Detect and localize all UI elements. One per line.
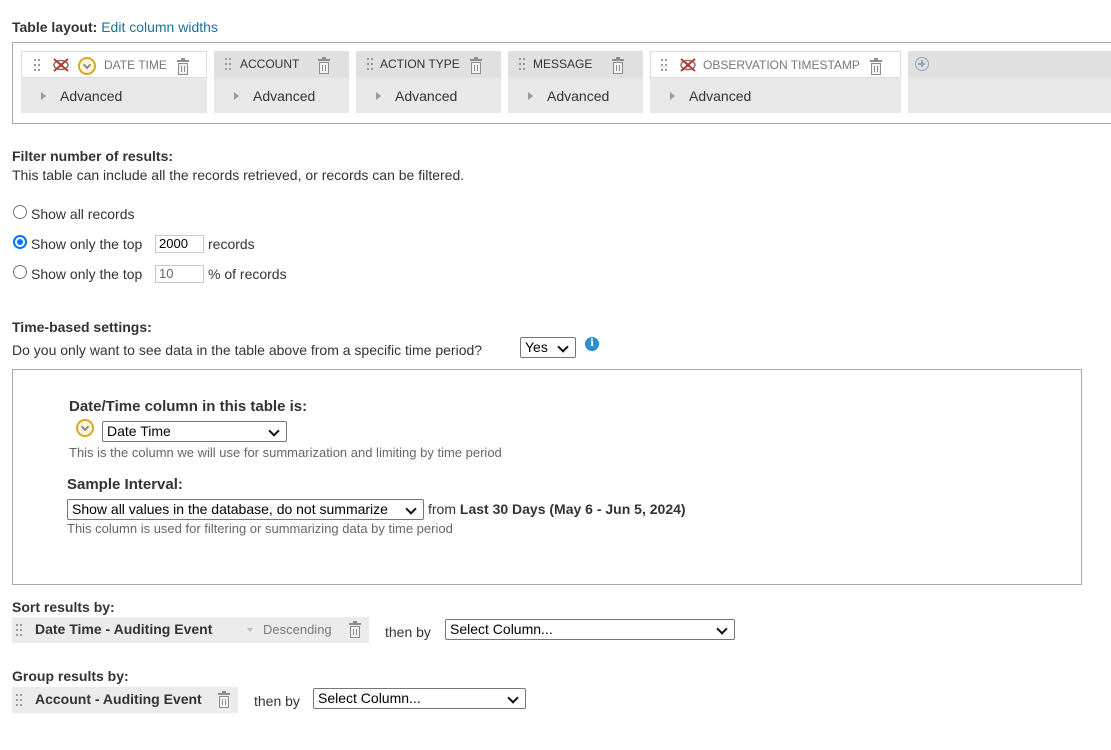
group-heading: Group results by:: [12, 668, 129, 684]
column-date-time[interactable]: DATE TIME Advanced: [21, 51, 207, 113]
expand-arrow-icon: [528, 92, 533, 101]
sample-interval-label: Sample Interval:: [67, 476, 183, 493]
radio-show-top-percent-label: Show only the top: [31, 266, 143, 282]
add-column-area: [908, 51, 1111, 113]
advanced-toggle[interactable]: Advanced: [41, 88, 122, 104]
drag-handle-icon[interactable]: [661, 59, 669, 72]
drag-handle-icon[interactable]: [519, 58, 527, 71]
chevron-down-icon: [507, 692, 519, 704]
time-range-text: from Last 30 Days (May 6 - Jun 5, 2024): [428, 501, 686, 517]
sort-direction[interactable]: Descending: [263, 622, 332, 637]
expand-arrow-icon: [234, 92, 239, 101]
column-header: ACCOUNT: [214, 51, 349, 78]
add-column-header: [908, 51, 1111, 78]
group-chip[interactable]: Account - Auditing Event: [12, 687, 238, 713]
time-settings-panel: Date/Time column in this table is: Date …: [12, 369, 1082, 585]
drag-handle-icon[interactable]: [367, 58, 375, 71]
column-action-type[interactable]: ACTION TYPE Advanced: [356, 51, 501, 113]
edit-column-widths-link[interactable]: Edit column widths: [101, 19, 218, 35]
datetime-column-icon: [76, 419, 94, 437]
datetime-column-select[interactable]: Date Time: [102, 421, 287, 442]
sort-heading: Sort results by:: [12, 599, 115, 615]
time-settings-heading: Time-based settings:: [12, 319, 152, 335]
delete-group-icon[interactable]: [218, 691, 230, 708]
column-title: ACTION TYPE: [380, 57, 460, 71]
time-period-question: Do you only want to see data in the tabl…: [12, 342, 483, 358]
time-period-select[interactable]: Yes: [520, 337, 576, 358]
radio-show-top-label: Show only the top: [31, 236, 143, 252]
column-title: ACCOUNT: [240, 57, 300, 71]
datetime-column-icon: [78, 57, 96, 75]
sample-help: This column is used for filtering or sum…: [67, 521, 453, 536]
top-records-input[interactable]: 2000: [155, 235, 204, 253]
chevron-down-icon: [405, 503, 417, 515]
column-header: ACTION TYPE: [356, 51, 501, 78]
filter-heading: Filter number of results:: [12, 148, 174, 164]
expand-arrow-icon: [376, 92, 381, 101]
table-layout-heading: Table layout: Edit column widths: [12, 19, 218, 35]
filter-description: This table can include all the records r…: [12, 167, 465, 183]
radio-show-all-label: Show all records: [31, 206, 135, 222]
drag-handle-icon[interactable]: [16, 694, 24, 707]
delete-column-icon[interactable]: [870, 58, 882, 75]
radio-show-top-records[interactable]: [13, 235, 27, 249]
expand-arrow-icon: [41, 92, 46, 101]
drag-handle-icon[interactable]: [225, 58, 233, 71]
column-message[interactable]: MESSAGE Advanced: [508, 51, 643, 113]
drag-handle-icon[interactable]: [16, 624, 24, 637]
column-header: OBSERVATION TIMESTAMP: [650, 51, 901, 78]
advanced-toggle[interactable]: Advanced: [376, 88, 457, 104]
delete-column-icon[interactable]: [318, 57, 330, 74]
column-account[interactable]: ACCOUNT Advanced: [214, 51, 349, 113]
chevron-down-icon: [716, 623, 728, 635]
radio-show-all[interactable]: [13, 205, 27, 219]
column-title: OBSERVATION TIMESTAMP: [703, 58, 860, 72]
column-title: MESSAGE: [533, 57, 593, 71]
group-column-label: Account - Auditing Event: [35, 691, 202, 707]
table-layout-label: Table layout:: [12, 19, 98, 35]
caret-down-icon: [247, 628, 253, 632]
sort-then-by-select[interactable]: Select Column...: [445, 619, 735, 640]
column-header: DATE TIME: [21, 51, 207, 78]
add-column-icon[interactable]: [915, 57, 929, 71]
column-title: DATE TIME: [104, 58, 167, 72]
column-observation-timestamp[interactable]: OBSERVATION TIMESTAMP Advanced: [650, 51, 901, 113]
datetime-help: This is the column we will use for summa…: [69, 445, 502, 460]
chevron-down-icon: [268, 425, 280, 437]
info-icon[interactable]: i: [585, 337, 599, 351]
delete-column-icon[interactable]: [612, 57, 624, 74]
chevron-down-icon: [557, 341, 569, 353]
drag-handle-icon[interactable]: [34, 59, 42, 72]
advanced-toggle[interactable]: Advanced: [234, 88, 315, 104]
datetime-column-label: Date/Time column in this table is:: [69, 398, 308, 415]
delete-sort-icon[interactable]: [349, 621, 361, 638]
delete-column-icon[interactable]: [470, 57, 482, 74]
hidden-column-icon[interactable]: [52, 58, 70, 72]
sort-chip[interactable]: Date Time - Auditing Event Descending: [12, 617, 369, 643]
top-percent-input[interactable]: 10: [155, 265, 204, 283]
advanced-toggle[interactable]: Advanced: [670, 88, 751, 104]
column-header: MESSAGE: [508, 51, 643, 78]
percent-suffix: % of records: [208, 266, 287, 282]
advanced-toggle[interactable]: Advanced: [528, 88, 609, 104]
group-then-by-select[interactable]: Select Column...: [313, 688, 526, 709]
expand-arrow-icon: [670, 92, 675, 101]
hidden-column-icon[interactable]: [679, 58, 697, 72]
delete-column-icon[interactable]: [177, 58, 189, 75]
sort-column-label: Date Time - Auditing Event: [35, 621, 213, 637]
radio-show-top-percent[interactable]: [13, 265, 27, 279]
records-suffix: records: [208, 236, 255, 252]
group-then-by: then by: [254, 693, 300, 709]
sort-then-by: then by: [385, 624, 431, 640]
table-layout-panel: DATE TIME Advanced ACCOUNT Advanced ACTI…: [12, 42, 1111, 124]
sample-interval-select[interactable]: Show all values in the database, do not …: [67, 499, 424, 520]
